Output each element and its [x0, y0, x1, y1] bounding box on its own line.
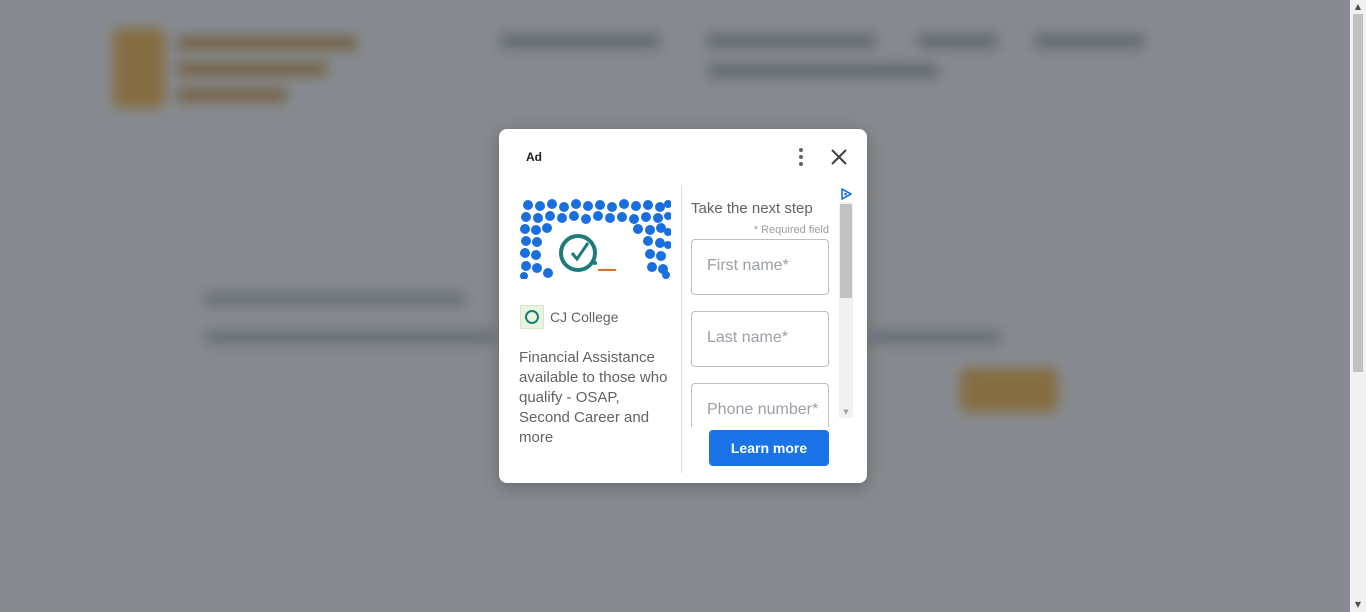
more-vert-icon[interactable]: [791, 147, 811, 167]
scroll-down-icon[interactable]: ▼: [1350, 598, 1366, 612]
close-icon[interactable]: [827, 145, 851, 169]
ad-label: Ad: [526, 150, 542, 164]
form-scroll-down-icon[interactable]: ▼: [839, 406, 853, 418]
divider: [681, 185, 682, 473]
ad-creative-image[interactable]: [520, 199, 671, 279]
page-scrollbar[interactable]: ▲ ▼: [1350, 0, 1366, 612]
ad-description: Financial Assistance available to those …: [519, 349, 668, 446]
scrollbar-thumb[interactable]: [1353, 14, 1363, 372]
first-name-input[interactable]: [692, 240, 827, 292]
advertiser-name[interactable]: CJ College: [550, 309, 618, 325]
lead-form: Take the next step * Required field: [691, 185, 855, 427]
scroll-up-icon[interactable]: ▲: [1350, 0, 1366, 14]
form-scrollbar[interactable]: ▼: [839, 202, 853, 418]
advertiser-row[interactable]: CJ College: [520, 305, 618, 329]
first-name-field[interactable]: [691, 239, 829, 295]
advertiser-logo: [520, 305, 544, 329]
required-note: * Required field: [753, 224, 829, 236]
adchoices-icon[interactable]: [839, 187, 853, 201]
last-name-input[interactable]: [692, 312, 827, 364]
phone-number-input[interactable]: [692, 384, 827, 427]
form-title: Take the next step: [691, 200, 813, 217]
form-scrollbar-thumb[interactable]: [840, 204, 852, 298]
phone-number-field[interactable]: [691, 383, 829, 427]
learn-more-button[interactable]: Learn more: [709, 430, 829, 466]
last-name-field[interactable]: [691, 311, 829, 367]
ad-dialog: Ad CJ College Financial Assistance avail…: [499, 129, 867, 483]
